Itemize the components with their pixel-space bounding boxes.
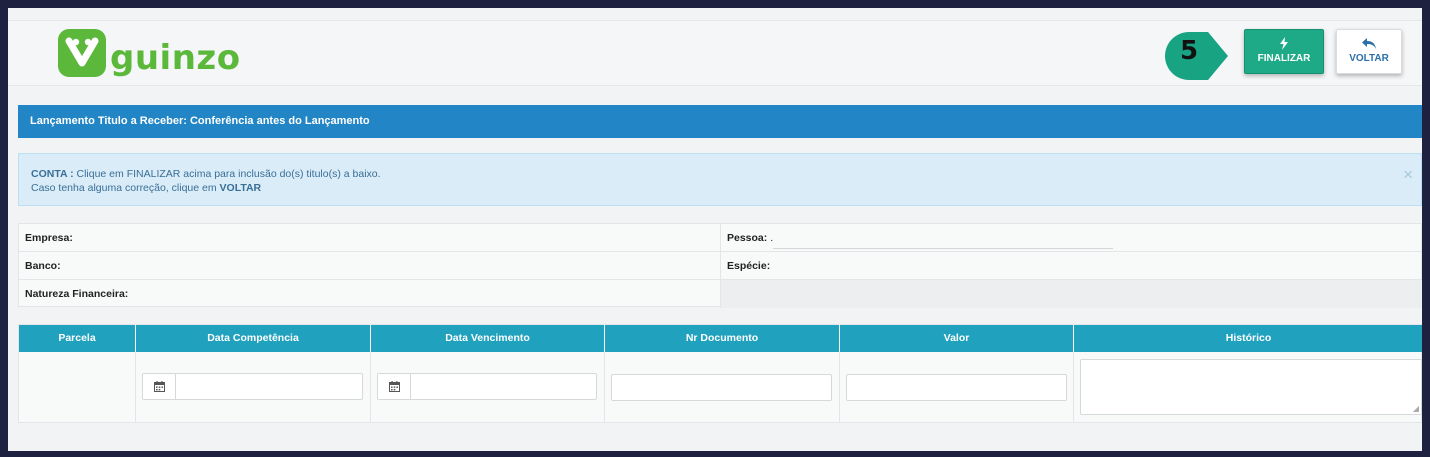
natureza-field: Natureza Financeira:: [19, 280, 721, 308]
parcela-cell: [19, 352, 136, 423]
table-cell: [605, 352, 840, 423]
table-header: Parcela Data Competência Data Vencimento…: [19, 325, 1422, 352]
col-historico: Histórico: [1225, 332, 1272, 344]
table-cell: [371, 352, 605, 423]
col-parcela: Parcela: [19, 325, 136, 352]
guinzo-logo: guinzo: [58, 28, 241, 78]
installments-table: Parcela Data Competência Data Vencimento…: [18, 324, 1422, 423]
summary-row: Empresa: Pessoa: .: [19, 224, 1422, 252]
alert-message-2: Caso tenha alguma correção, clique em: [31, 182, 217, 194]
pessoa-value: .: [770, 232, 774, 244]
bolt-icon: [1280, 37, 1288, 50]
table-cell: ◢: [1074, 352, 1422, 423]
banco-field: Banco:: [19, 252, 721, 280]
data-vencimento-input[interactable]: [377, 373, 597, 400]
especie-field: Espécie:: [721, 252, 1422, 280]
undo-arrow-icon: [1362, 38, 1376, 49]
data-competencia-input[interactable]: [142, 373, 363, 400]
finalize-button[interactable]: FINALIZAR: [1244, 29, 1324, 74]
summary-row: Banco: Espécie:: [19, 252, 1422, 280]
back-button[interactable]: VOLTAR: [1336, 29, 1402, 74]
app-frame: guinzo 5 FINALIZAR VOLTAR Lançamento Tit…: [8, 8, 1422, 451]
empresa-label: Empresa:: [25, 232, 73, 244]
resize-grip-icon[interactable]: ◢: [1413, 405, 1419, 413]
col-valor: Valor: [840, 325, 1074, 352]
col-nr-documento: Nr Documento: [605, 325, 840, 352]
finalize-label: FINALIZAR: [1257, 53, 1311, 64]
natureza-label: Natureza Financeira:: [25, 288, 129, 300]
col-data-competencia: Data Competência: [136, 325, 371, 352]
alert-label: CONTA :: [31, 168, 74, 180]
table-cell: [136, 352, 371, 423]
historico-textarea[interactable]: ◢: [1080, 359, 1422, 415]
calendar-icon[interactable]: [378, 374, 411, 399]
info-alert: CONTA : Clique em FINALIZAR acima para i…: [18, 153, 1422, 206]
pessoa-underline: [773, 248, 1113, 249]
nr-documento-input[interactable]: [611, 374, 832, 401]
logo-text: guinzo: [110, 38, 241, 78]
close-icon[interactable]: ×: [1403, 166, 1413, 183]
alert-action: VOLTAR: [219, 182, 262, 194]
summary-row: Natureza Financeira:: [19, 280, 1422, 308]
alert-line-2: Caso tenha alguma correção, clique em VO…: [31, 181, 1409, 195]
alert-message: Clique em FINALIZAR acima para inclusão …: [76, 168, 381, 180]
col-data-vencimento: Data Vencimento: [371, 325, 605, 352]
calendar-icon[interactable]: [143, 374, 176, 399]
alert-line-1: CONTA : Clique em FINALIZAR acima para i…: [31, 167, 1409, 181]
especie-label: Espécie:: [727, 260, 771, 272]
valor-input[interactable]: [846, 374, 1067, 401]
empresa-field: Empresa:: [19, 224, 721, 252]
pessoa-label: Pessoa:: [727, 232, 768, 244]
back-label: VOLTAR: [1349, 53, 1389, 64]
step-number: 5: [1180, 36, 1199, 66]
banco-label: Banco:: [25, 260, 61, 272]
summary-panel: Empresa: Pessoa: . Banco: Espécie: Natur…: [18, 223, 1422, 308]
page-title: Lançamento Titulo a Receber: Conferência…: [18, 105, 1422, 138]
table-cell: [840, 352, 1074, 423]
logo-mark-icon: [58, 29, 106, 77]
empty-cell: [721, 280, 1422, 308]
